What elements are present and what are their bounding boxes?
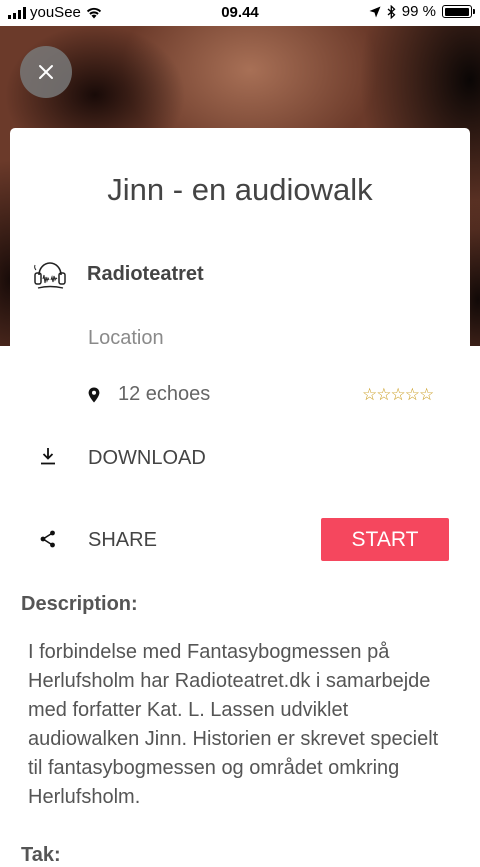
start-button[interactable]: START [321, 518, 449, 561]
star-icon: ☆ [362, 385, 377, 404]
star-icon: ☆ [419, 385, 434, 404]
rating-stars: ☆☆☆☆☆ [362, 385, 434, 405]
share-icon [40, 530, 55, 548]
battery-percent: 99 % [401, 3, 436, 20]
share-label[interactable]: SHARE [88, 529, 157, 552]
star-icon: ☆ [376, 385, 391, 404]
location-text: Location [88, 327, 164, 349]
battery-icon [442, 5, 475, 18]
download-label[interactable]: DOWNLOAD [88, 447, 206, 470]
echo-count: 12 echoes [118, 383, 211, 405]
author-row[interactable]: Radioteatret [30, 252, 204, 296]
radioteatret-logo-icon [34, 262, 66, 289]
close-icon [39, 65, 53, 79]
download-icon [41, 448, 55, 465]
author-name: Radioteatret [87, 262, 204, 285]
bluetooth-icon [387, 4, 396, 19]
description-text: I forbindelse med Fantasybogmessen på He… [28, 641, 439, 808]
status-bar: youSee 09.44 99 % [0, 0, 480, 26]
download-button[interactable] [40, 447, 56, 465]
close-button[interactable] [20, 46, 72, 98]
description-heading: Description: [21, 593, 138, 615]
share-button[interactable] [40, 530, 56, 553]
star-icon: ☆ [390, 385, 406, 404]
status-right: 99 % [369, 3, 475, 20]
walk-title: Jinn - en audiowalk [107, 172, 373, 207]
star-icon: ☆ [404, 385, 420, 404]
map-pin-icon [88, 387, 100, 402]
echoes-row: 12 echoes [88, 383, 210, 406]
location-arrow-icon [369, 6, 381, 17]
next-section-heading: Tak: [21, 844, 61, 866]
